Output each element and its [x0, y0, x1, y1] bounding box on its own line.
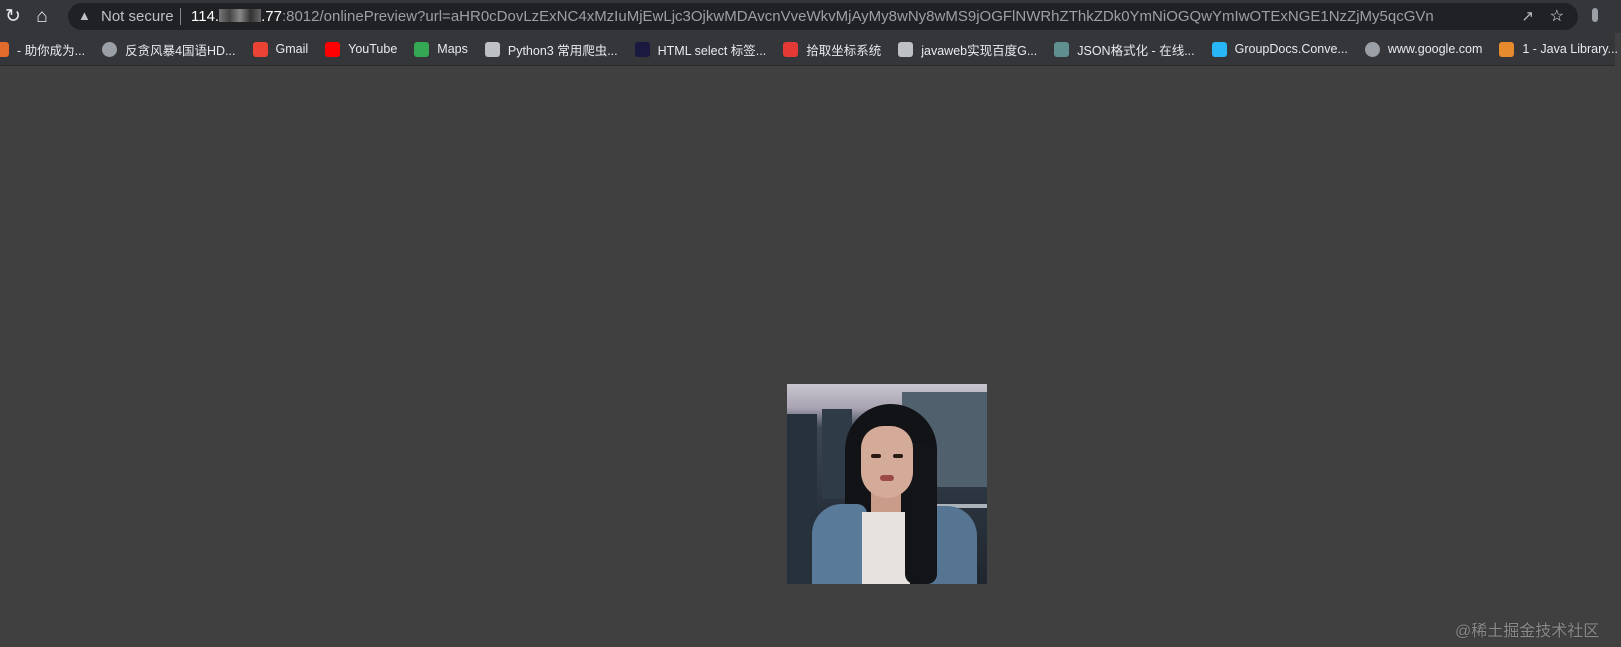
url-host-suffix: .77 — [261, 8, 282, 25]
warning-icon: ▲ — [78, 8, 91, 23]
address-bar[interactable]: ▲ Not secure 114. .77:8012/onlinePreview?… — [68, 3, 1578, 30]
maps-icon — [414, 41, 430, 57]
bookmark-star-icon[interactable]: ☆ — [1550, 6, 1564, 26]
shirt-shape — [862, 512, 910, 584]
site-icon — [1054, 41, 1070, 57]
extension-icon[interactable] — [1592, 8, 1598, 22]
bookmark-item[interactable]: YouTube — [325, 41, 398, 57]
reload-icon[interactable]: ↻ — [1, 5, 25, 29]
bookmark-label: GroupDocs.Conve... — [1234, 42, 1348, 56]
bookmark-label: Maps — [437, 42, 468, 56]
eye-shape — [871, 454, 881, 458]
lips-shape — [880, 475, 894, 481]
watermark: @稀土掘金技术社区 — [1455, 623, 1600, 640]
bookmark-label: www.google.com — [1387, 42, 1483, 56]
bookmark-item[interactable]: JSON格式化 - 在线... — [1054, 40, 1195, 59]
browser-toolbar: ↻ ⌂ ▲ Not secure 114. .77:8012/onlinePrev… — [0, 0, 1621, 33]
bookmark-label: Gmail — [275, 42, 309, 56]
bookmark-item[interactable]: www.google.com — [1364, 41, 1483, 57]
site-icon — [634, 41, 650, 57]
preview-image — [787, 384, 987, 584]
bookmark-label: - 助你成为... — [17, 43, 86, 58]
bookmark-item[interactable]: Maps — [414, 41, 468, 57]
site-icon — [0, 41, 9, 57]
globe-icon — [102, 41, 118, 57]
gmail-icon — [252, 41, 268, 57]
bookmark-item[interactable]: Python3 常用爬虫... — [484, 40, 618, 59]
bookmark-label: 反贪风暴4国语HD... — [125, 43, 236, 58]
bookmark-label: javaweb实现百度G... — [921, 43, 1038, 58]
bookmark-label: JSON格式化 - 在线... — [1077, 43, 1195, 58]
bookmark-item[interactable]: GroupDocs.Conve... — [1211, 41, 1348, 57]
share-icon[interactable]: ↗ — [1521, 7, 1534, 25]
map-pin-icon — [783, 41, 799, 57]
bookmark-label: YouTube — [348, 42, 398, 56]
site-icon — [1211, 41, 1227, 57]
url-host-prefix: 114. — [191, 8, 220, 25]
site-icon — [898, 41, 914, 57]
bookmarks-bar: - 助你成为... 反贪风暴4国语HD... Gmail YouTube Maps Pyt… — [0, 33, 1619, 66]
bookmark-item[interactable]: 1 - Java Library... — [1499, 41, 1619, 57]
url-path: :8012/onlinePreview?url=aHR0cDovLzExNC4x… — [281, 8, 1434, 25]
bookmark-label: HTML select 标签... — [657, 43, 767, 58]
bookmark-item[interactable]: Gmail — [252, 41, 309, 57]
url-text[interactable]: 114. .77:8012/onlinePreview?url=aHR0cDovL… — [191, 8, 1434, 25]
eye-shape — [893, 454, 903, 458]
globe-icon — [1364, 41, 1380, 57]
bookmark-item[interactable]: 拾取坐标系统 — [783, 40, 881, 59]
home-icon[interactable]: ⌂ — [30, 5, 54, 29]
bookmark-item[interactable]: - 助你成为... — [0, 40, 85, 59]
bookmark-item[interactable]: 反贪风暴4国语HD... — [102, 40, 236, 59]
bookmark-label: Python3 常用爬虫... — [507, 43, 618, 58]
bookmark-item[interactable]: HTML select 标签... — [634, 40, 767, 59]
youtube-icon — [325, 41, 341, 57]
redacted-host — [219, 9, 262, 22]
site-icon — [484, 41, 500, 57]
bookmark-label: 1 - Java Library... — [1522, 42, 1619, 56]
bookmark-label: 拾取坐标系统 — [806, 43, 882, 58]
security-label[interactable]: Not secure — [101, 8, 174, 25]
face-shape — [861, 426, 913, 498]
bookmark-item[interactable]: javaweb实现百度G... — [898, 40, 1037, 59]
jacket-shape — [812, 504, 867, 584]
divider — [180, 8, 181, 25]
site-icon — [1499, 41, 1515, 57]
